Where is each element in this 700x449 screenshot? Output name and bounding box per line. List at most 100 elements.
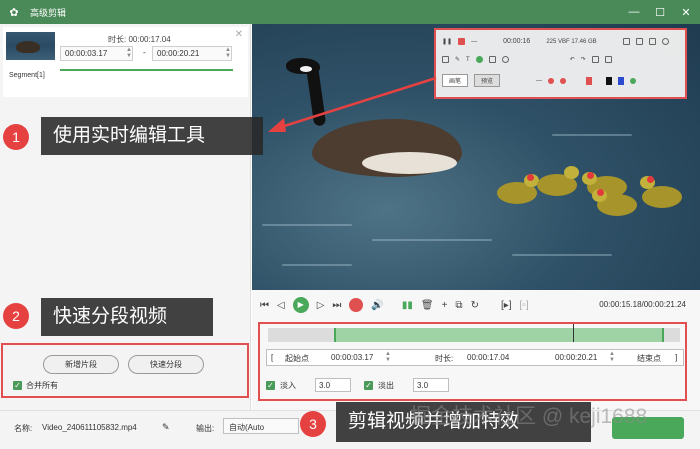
start-spinner-icon[interactable]: ▲ ▼	[126, 47, 132, 59]
playback-timecode: 00:00:15.18/00:00:21.24	[599, 300, 686, 309]
volume-icon[interactable]: 🔊	[371, 300, 383, 311]
delete-icon[interactable]: 🗑	[421, 300, 434, 311]
segment-card[interactable]: 时长: 00:00:17.04 00:00:03.17 ▲ ▼ - 00:00:2…	[3, 27, 248, 97]
clip-edit-box: [ 起始点 00:00:03.17 ▲ ▼ 时长: 00:00:17.04 00:…	[258, 322, 687, 401]
fade-out-check-icon[interactable]: ✓	[364, 380, 373, 390]
fade-in-control[interactable]: ✓ 淡入 3.0	[266, 378, 351, 392]
start-time-spinner-icon[interactable]: ▲ ▼	[385, 351, 391, 363]
output-select[interactable]: 自动(Auto	[223, 418, 299, 434]
tab-pen[interactable]: 画笔	[442, 74, 469, 87]
callout-arrow-icon	[268, 76, 437, 132]
duration-label: 时长:	[435, 354, 454, 363]
callout-realtime-edit: 使用实时编辑工具	[41, 117, 263, 155]
toolbar-time: 00:00:16	[503, 38, 531, 45]
segment-thumbnail	[6, 32, 55, 60]
fade-in-check-icon[interactable]: ✓	[266, 380, 275, 390]
camera-icon[interactable]	[622, 38, 630, 45]
pen-tool-icon[interactable]: ✎	[455, 56, 460, 63]
segment-panel: 时长: 00:00:17.04 00:00:03.17 ▲ ▼ - 00:00:2…	[0, 24, 251, 410]
record-icon[interactable]	[458, 38, 466, 45]
screenshot-icon[interactable]	[635, 38, 643, 45]
line-width-icon[interactable]: —	[536, 78, 542, 84]
color-picker-icon[interactable]	[630, 77, 637, 84]
next-frame-icon[interactable]: ▷	[317, 300, 325, 311]
stop-record-button[interactable]	[349, 298, 364, 312]
go-start-icon[interactable]: ⏮	[260, 300, 269, 311]
image-tool-icon[interactable]	[488, 56, 496, 63]
callout-number-3: 3	[300, 411, 326, 437]
set-start-button[interactable]: 起始点	[285, 353, 309, 364]
new-segment-button[interactable]: 新增片段	[43, 355, 119, 374]
start-time-field[interactable]: 00:00:03.17	[331, 353, 373, 362]
timeline-track[interactable]	[268, 324, 680, 342]
color-swatch-blue[interactable]	[618, 76, 625, 85]
segment-end-input[interactable]: 00:00:20.21	[152, 46, 232, 61]
highlight-tool-icon[interactable]	[475, 56, 483, 63]
file-name-label: 名称:	[14, 424, 33, 433]
time-separator: -	[143, 48, 146, 57]
end-time-field[interactable]: 00:00:20.21	[555, 353, 597, 362]
segment-actions-box: 新增片段 快速分段 ✓ 合并所有	[1, 343, 249, 398]
color-swatch-black[interactable]	[606, 76, 613, 85]
app-logo-icon: ✿	[9, 6, 19, 19]
pause-icon[interactable]: ❚❚	[442, 38, 452, 45]
edit-name-icon[interactable]: ✎	[162, 422, 170, 433]
fade-in-label: 淡入	[280, 380, 296, 390]
set-end-button[interactable]: 结束点	[637, 353, 661, 364]
exit-icon[interactable]	[604, 56, 612, 63]
fade-out-control[interactable]: ✓ 淡出 3.0	[364, 378, 449, 392]
copy-icon[interactable]: ⧉	[455, 300, 462, 311]
maximize-button[interactable]: ☐	[654, 6, 666, 19]
play-button[interactable]: ▶	[292, 297, 309, 313]
start-bracket-icon: [	[271, 353, 274, 362]
zoom-tool-icon[interactable]	[501, 56, 509, 63]
selected-range[interactable]	[334, 328, 664, 342]
checkbox-check-icon: ✓	[13, 381, 22, 390]
clear-icon[interactable]	[591, 56, 599, 63]
output-label: 输出:	[196, 424, 215, 433]
toolbar-status: 225 VBF 17.46 GB	[546, 38, 597, 45]
tab-preview[interactable]: 预览	[474, 74, 501, 87]
segment-duration: 时长: 00:00:17.04	[108, 35, 171, 44]
minus-icon[interactable]: —	[471, 39, 477, 45]
color-red-icon[interactable]	[548, 77, 555, 84]
rect-tool-icon[interactable]	[442, 56, 449, 63]
mark-in-icon[interactable]: [▸]	[501, 300, 512, 311]
segment-progress	[60, 69, 233, 71]
segment-label: Segment[1]	[9, 72, 45, 79]
split-icon[interactable]: ▮▮	[402, 300, 413, 311]
playhead[interactable]	[573, 324, 574, 342]
callout-quick-split: 快速分段视频	[41, 298, 213, 336]
segment-close-icon[interactable]: ✕	[235, 29, 243, 40]
close-button[interactable]: ✕	[680, 6, 692, 19]
callout-number-1: 1	[3, 124, 29, 150]
reset-icon[interactable]: ↻	[471, 300, 479, 311]
minimize-button[interactable]: —	[628, 6, 640, 18]
watermark: 掘金技术社区 @ keji1688	[410, 405, 648, 428]
end-spinner-icon[interactable]: ▲ ▼	[225, 47, 231, 59]
editor-controls: ⏮ ◁ ▶ ▷ ⏭ 🔊 ▮▮ 🗑 + ⧉ ↻ [▸] [▫] 00:00:15.…	[252, 290, 700, 410]
webcam-icon[interactable]	[648, 38, 656, 45]
color-dot-icon[interactable]	[560, 77, 567, 84]
file-name-value: Video_240611105832.mp4	[42, 423, 137, 432]
fade-in-input[interactable]: 3.0	[315, 378, 351, 392]
merge-all-label: 合并所有	[26, 381, 58, 390]
end-bracket-icon: ]	[675, 353, 678, 362]
settings-icon[interactable]	[661, 38, 669, 45]
go-end-icon[interactable]: ⏭	[332, 300, 341, 311]
color-swatch-red[interactable]	[586, 76, 593, 85]
text-tool-icon[interactable]: T	[466, 57, 470, 63]
undo-icon[interactable]: ↶	[570, 56, 575, 63]
quick-split-button[interactable]: 快速分段	[128, 355, 204, 374]
fade-out-input[interactable]: 3.0	[413, 378, 449, 392]
end-time-spinner-icon[interactable]: ▲ ▼	[609, 351, 615, 363]
mark-out-icon[interactable]: [▫]	[520, 300, 529, 311]
prev-frame-icon[interactable]: ◁	[277, 300, 285, 311]
duration-value: 00:00:17.04	[467, 353, 510, 362]
callout-number-2: 2	[3, 303, 29, 329]
segment-start-input[interactable]: 00:00:03.17	[60, 46, 133, 61]
title-bar: ✿ 高级剪辑 — ☐ ✕	[0, 0, 700, 24]
add-icon[interactable]: +	[442, 300, 448, 311]
merge-all-checkbox[interactable]: ✓ 合并所有	[13, 380, 58, 391]
redo-icon[interactable]: ↷	[581, 56, 586, 63]
